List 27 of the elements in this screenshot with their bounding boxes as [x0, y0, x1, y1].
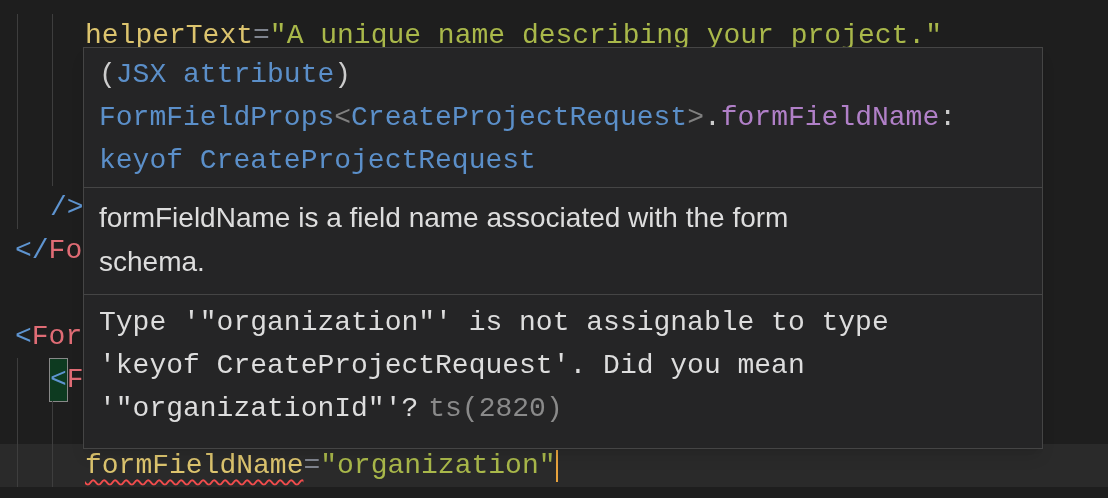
- string-literal: "A unique name describing your project.": [269, 18, 942, 53]
- error-message: Type '"organization"' is not assignable to type 'keyof CreateProjectRequest'. Did you mean '"organizationId"'? ts(2820): [99, 306, 890, 426]
- equals-sign: =: [253, 18, 270, 53]
- punctuation-text: (: [99, 57, 116, 92]
- tag-name: Fo: [48, 233, 83, 268]
- punctuation-text: ): [334, 57, 352, 92]
- angle-bracket: >: [687, 100, 704, 135]
- documentation-text: formFieldName is a field name associated with the form schema.: [99, 201, 790, 279]
- type-name: CreateProjectRequest: [199, 143, 536, 178]
- string-literal: "organization": [320, 448, 556, 483]
- keyword-text: JSX attribute: [115, 57, 335, 92]
- property-name: formFieldName: [720, 100, 940, 135]
- attribute-name: helperText: [85, 18, 254, 53]
- tag-bracket: />: [50, 190, 84, 225]
- tag-bracket: <: [50, 358, 67, 401]
- keyword-text: keyof: [99, 143, 183, 178]
- punctuation-text: :: [939, 100, 956, 135]
- tag-name: For: [31, 319, 83, 354]
- tag-bracket: </: [15, 233, 49, 268]
- angle-bracket: <: [334, 100, 352, 135]
- tag-bracket: <: [15, 319, 32, 354]
- punctuation-text: .: [703, 100, 721, 135]
- equals-sign: =: [303, 448, 321, 483]
- tag-name: F: [66, 362, 84, 397]
- type-name: CreateProjectRequest: [351, 100, 688, 135]
- type-name: FormFieldProps: [99, 100, 335, 135]
- attribute-name: formFieldName: [85, 448, 304, 483]
